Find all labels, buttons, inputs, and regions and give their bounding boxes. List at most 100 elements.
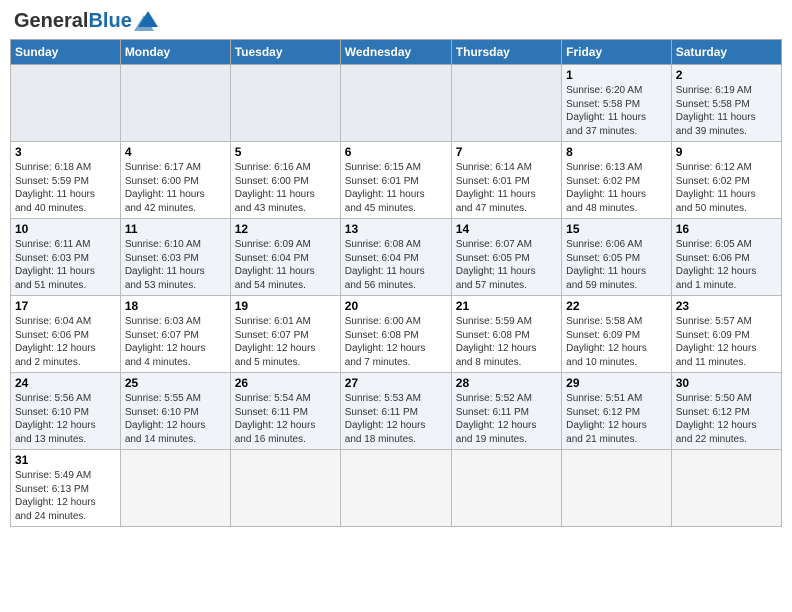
- day-info: Sunrise: 6:09 AM Sunset: 6:04 PM Dayligh…: [235, 238, 336, 292]
- day-number: 17: [15, 299, 116, 313]
- day-number: 18: [125, 299, 226, 313]
- logo-icon: [134, 9, 162, 31]
- day-info: Sunrise: 6:03 AM Sunset: 6:07 PM Dayligh…: [125, 315, 226, 369]
- day-info: Sunrise: 6:01 AM Sunset: 6:07 PM Dayligh…: [235, 315, 336, 369]
- day-number: 8: [566, 145, 667, 159]
- day-info: Sunrise: 5:55 AM Sunset: 6:10 PM Dayligh…: [125, 392, 226, 446]
- calendar-cell: [451, 65, 561, 142]
- day-number: 15: [566, 222, 667, 236]
- day-number: 23: [676, 299, 777, 313]
- day-info: Sunrise: 6:04 AM Sunset: 6:06 PM Dayligh…: [15, 315, 116, 369]
- header: General Blue: [10, 10, 782, 33]
- day-info: Sunrise: 6:06 AM Sunset: 6:05 PM Dayligh…: [566, 238, 667, 292]
- day-info: Sunrise: 5:57 AM Sunset: 6:09 PM Dayligh…: [676, 315, 777, 369]
- calendar-table: SundayMondayTuesdayWednesdayThursdayFrid…: [10, 39, 782, 527]
- weekday-header-row: SundayMondayTuesdayWednesdayThursdayFrid…: [11, 40, 782, 65]
- calendar-cell: 16 Sunrise: 6:05 AM Sunset: 6:06 PM Dayli…: [671, 219, 781, 296]
- calendar-week-row: 3 Sunrise: 6:18 AM Sunset: 5:59 PM Daylig…: [11, 142, 782, 219]
- calendar-week-row: 1Sunrise: 6:20 AM Sunset: 5:58 PM Daylig…: [11, 65, 782, 142]
- calendar-cell: [340, 65, 451, 142]
- calendar-cell: [340, 450, 451, 527]
- calendar-cell: [120, 65, 230, 142]
- calendar-cell: 12 Sunrise: 6:09 AM Sunset: 6:04 PM Dayli…: [230, 219, 340, 296]
- day-number: 30: [676, 376, 777, 390]
- day-number: 5: [235, 145, 336, 159]
- day-number: 7: [456, 145, 557, 159]
- calendar-cell: [120, 450, 230, 527]
- day-number: 31: [15, 453, 116, 467]
- calendar-cell: [671, 450, 781, 527]
- weekday-header-tuesday: Tuesday: [230, 40, 340, 65]
- day-number: 10: [15, 222, 116, 236]
- calendar-cell: 6 Sunrise: 6:15 AM Sunset: 6:01 PM Daylig…: [340, 142, 451, 219]
- calendar-cell: 19 Sunrise: 6:01 AM Sunset: 6:07 PM Dayli…: [230, 296, 340, 373]
- calendar-cell: 13Sunrise: 6:08 AM Sunset: 6:04 PM Dayli…: [340, 219, 451, 296]
- day-info: Sunrise: 6:16 AM Sunset: 6:00 PM Dayligh…: [235, 161, 336, 215]
- weekday-header-friday: Friday: [562, 40, 672, 65]
- calendar-cell: 3 Sunrise: 6:18 AM Sunset: 5:59 PM Daylig…: [11, 142, 121, 219]
- day-number: 25: [125, 376, 226, 390]
- calendar-cell: 28 Sunrise: 5:52 AM Sunset: 6:11 PM Dayli…: [451, 373, 561, 450]
- calendar-cell: 29Sunrise: 5:51 AM Sunset: 6:12 PM Dayli…: [562, 373, 672, 450]
- day-info: Sunrise: 6:14 AM Sunset: 6:01 PM Dayligh…: [456, 161, 557, 215]
- day-info: Sunrise: 5:52 AM Sunset: 6:11 PM Dayligh…: [456, 392, 557, 446]
- day-info: Sunrise: 5:54 AM Sunset: 6:11 PM Dayligh…: [235, 392, 336, 446]
- day-info: Sunrise: 5:50 AM Sunset: 6:12 PM Dayligh…: [676, 392, 777, 446]
- calendar-cell: 7 Sunrise: 6:14 AM Sunset: 6:01 PM Daylig…: [451, 142, 561, 219]
- day-info: Sunrise: 5:53 AM Sunset: 6:11 PM Dayligh…: [345, 392, 447, 446]
- calendar-week-row: 24 Sunrise: 5:56 AM Sunset: 6:10 PM Dayli…: [11, 373, 782, 450]
- day-number: 21: [456, 299, 557, 313]
- day-number: 11: [125, 222, 226, 236]
- day-info: Sunrise: 6:18 AM Sunset: 5:59 PM Dayligh…: [15, 161, 116, 215]
- calendar-cell: 24 Sunrise: 5:56 AM Sunset: 6:10 PM Dayli…: [11, 373, 121, 450]
- calendar-cell: 25 Sunrise: 5:55 AM Sunset: 6:10 PM Dayli…: [120, 373, 230, 450]
- calendar-cell: 23 Sunrise: 5:57 AM Sunset: 6:09 PM Dayli…: [671, 296, 781, 373]
- day-info: Sunrise: 6:15 AM Sunset: 6:01 PM Dayligh…: [345, 161, 447, 215]
- day-info: Sunrise: 6:08 AM Sunset: 6:04 PM Dayligh…: [345, 238, 447, 292]
- calendar-week-row: 10Sunrise: 6:11 AM Sunset: 6:03 PM Dayli…: [11, 219, 782, 296]
- calendar-cell: 9 Sunrise: 6:12 AM Sunset: 6:02 PM Daylig…: [671, 142, 781, 219]
- calendar-cell: 27 Sunrise: 5:53 AM Sunset: 6:11 PM Dayli…: [340, 373, 451, 450]
- day-info: Sunrise: 5:49 AM Sunset: 6:13 PM Dayligh…: [15, 469, 116, 523]
- day-info: Sunrise: 6:13 AM Sunset: 6:02 PM Dayligh…: [566, 161, 667, 215]
- day-info: Sunrise: 6:00 AM Sunset: 6:08 PM Dayligh…: [345, 315, 447, 369]
- logo-blue-text: Blue: [88, 10, 131, 33]
- day-number: 19: [235, 299, 336, 313]
- calendar-cell: 22Sunrise: 5:58 AM Sunset: 6:09 PM Dayli…: [562, 296, 672, 373]
- day-number: 2: [676, 68, 777, 82]
- logo: General Blue: [14, 10, 162, 33]
- calendar-cell: 30 Sunrise: 5:50 AM Sunset: 6:12 PM Dayli…: [671, 373, 781, 450]
- calendar-cell: 18 Sunrise: 6:03 AM Sunset: 6:07 PM Dayli…: [120, 296, 230, 373]
- day-number: 28: [456, 376, 557, 390]
- day-number: 3: [15, 145, 116, 159]
- calendar-cell: [230, 450, 340, 527]
- day-number: 27: [345, 376, 447, 390]
- calendar-cell: [11, 65, 121, 142]
- calendar-cell: 17 Sunrise: 6:04 AM Sunset: 6:06 PM Dayli…: [11, 296, 121, 373]
- day-info: Sunrise: 6:20 AM Sunset: 5:58 PM Dayligh…: [566, 84, 667, 138]
- day-info: Sunrise: 6:05 AM Sunset: 6:06 PM Dayligh…: [676, 238, 777, 292]
- weekday-header-wednesday: Wednesday: [340, 40, 451, 65]
- calendar-cell: 15 Sunrise: 6:06 AM Sunset: 6:05 PM Dayli…: [562, 219, 672, 296]
- day-number: 6: [345, 145, 447, 159]
- calendar-cell: 2Sunrise: 6:19 AM Sunset: 5:58 PM Daylig…: [671, 65, 781, 142]
- calendar-cell: [562, 450, 672, 527]
- day-info: Sunrise: 5:56 AM Sunset: 6:10 PM Dayligh…: [15, 392, 116, 446]
- day-number: 24: [15, 376, 116, 390]
- calendar-cell: [451, 450, 561, 527]
- day-number: 20: [345, 299, 447, 313]
- day-info: Sunrise: 5:58 AM Sunset: 6:09 PM Dayligh…: [566, 315, 667, 369]
- calendar-cell: 21 Sunrise: 5:59 AM Sunset: 6:08 PM Dayli…: [451, 296, 561, 373]
- day-number: 29: [566, 376, 667, 390]
- day-number: 9: [676, 145, 777, 159]
- calendar-week-row: 31 Sunrise: 5:49 AM Sunset: 6:13 PM Dayli…: [11, 450, 782, 527]
- day-info: Sunrise: 6:10 AM Sunset: 6:03 PM Dayligh…: [125, 238, 226, 292]
- day-info: Sunrise: 5:59 AM Sunset: 6:08 PM Dayligh…: [456, 315, 557, 369]
- weekday-header-monday: Monday: [120, 40, 230, 65]
- calendar-cell: 10Sunrise: 6:11 AM Sunset: 6:03 PM Dayli…: [11, 219, 121, 296]
- logo-general-text: General: [14, 10, 88, 33]
- day-number: 12: [235, 222, 336, 236]
- calendar-week-row: 17 Sunrise: 6:04 AM Sunset: 6:06 PM Dayli…: [11, 296, 782, 373]
- day-number: 16: [676, 222, 777, 236]
- day-info: Sunrise: 6:12 AM Sunset: 6:02 PM Dayligh…: [676, 161, 777, 215]
